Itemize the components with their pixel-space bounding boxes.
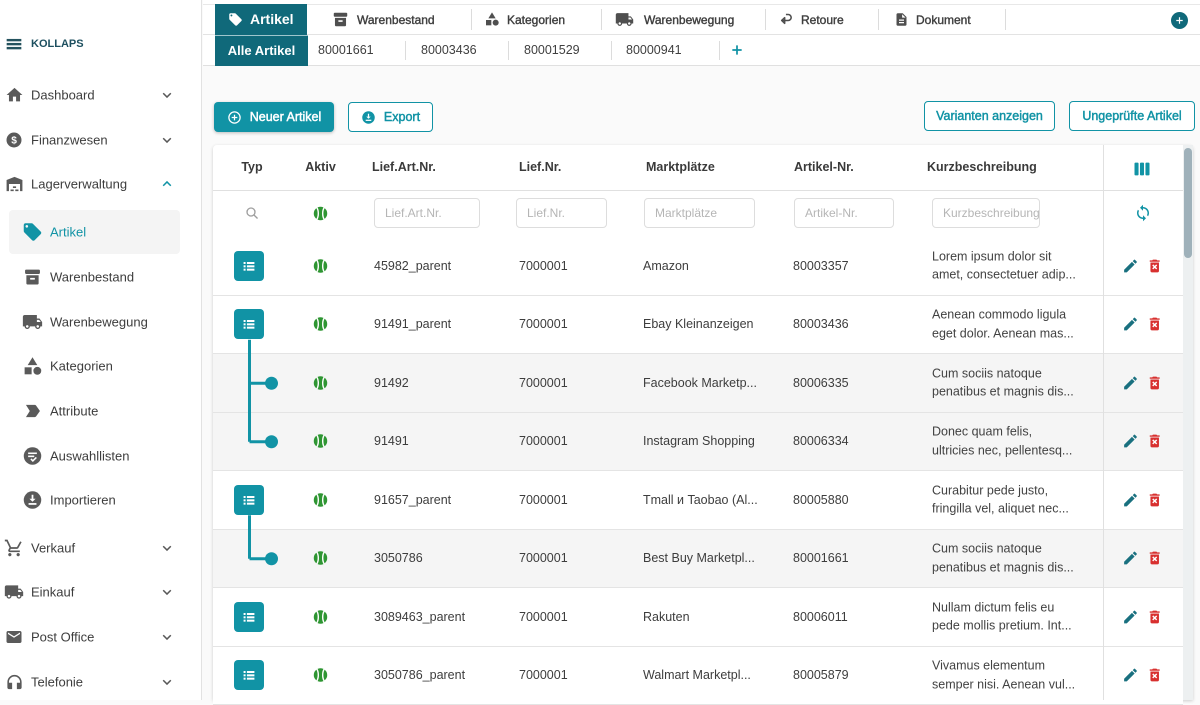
svg-text:$: $ (11, 135, 17, 146)
